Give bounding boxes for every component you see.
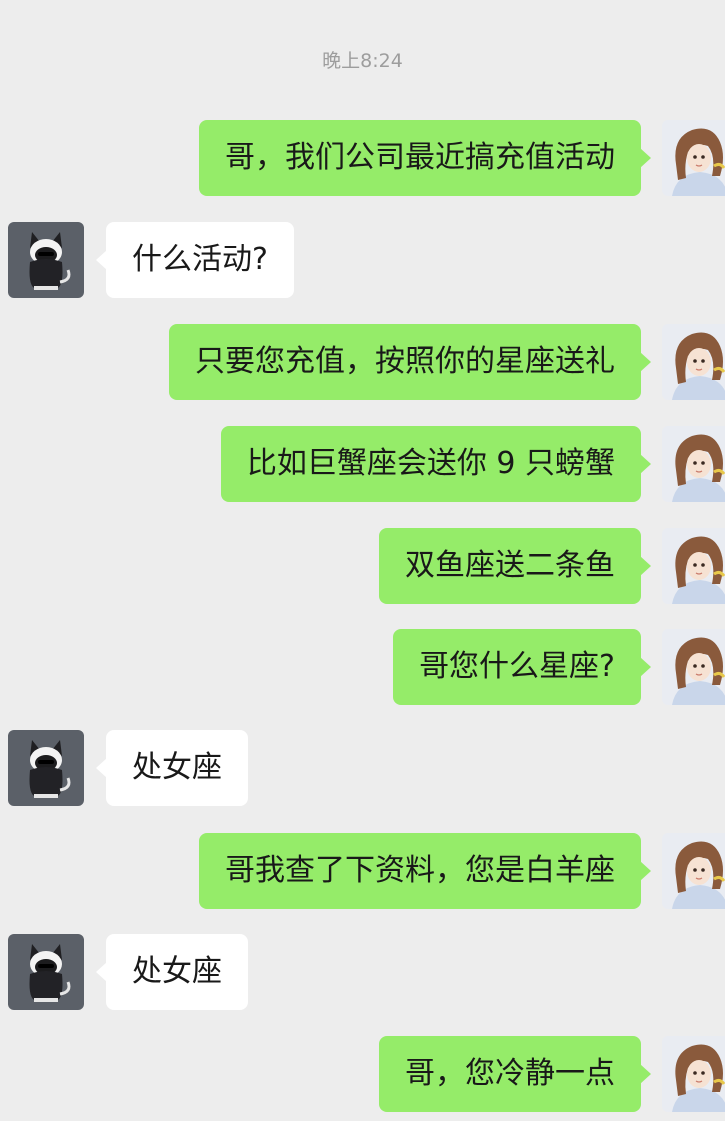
my-avatar[interactable]	[662, 629, 725, 705]
my-avatar[interactable]	[662, 1036, 725, 1112]
outgoing-message: 哥，您冷静一点	[0, 1034, 725, 1114]
message-bubble[interactable]: 哥我查了下资料，您是白羊座	[199, 833, 651, 909]
message-bubble[interactable]: 只要您充值，按照你的星座送礼	[169, 324, 651, 400]
message-bubble[interactable]: 哥，您冷静一点	[379, 1036, 651, 1112]
my-avatar[interactable]	[662, 324, 725, 400]
incoming-message: 处女座	[0, 728, 725, 808]
outgoing-message: 哥我查了下资料，您是白羊座	[0, 831, 725, 911]
incoming-message: 什么活动?	[0, 220, 725, 300]
my-avatar[interactable]	[662, 528, 725, 604]
outgoing-message: 哥，我们公司最近搞充值活动	[0, 118, 725, 198]
message-bubble[interactable]: 哥，我们公司最近搞充值活动	[199, 120, 651, 196]
my-avatar[interactable]	[662, 120, 725, 196]
contact-avatar[interactable]	[8, 730, 84, 806]
outgoing-message: 比如巨蟹座会送你 9 只螃蟹	[0, 424, 725, 504]
incoming-message: 处女座	[0, 932, 725, 1012]
outgoing-message: 只要您充值，按照你的星座送礼	[0, 322, 725, 402]
message-bubble[interactable]: 什么活动?	[96, 222, 294, 298]
message-bubble[interactable]: 比如巨蟹座会送你 9 只螃蟹	[220, 426, 652, 502]
contact-avatar[interactable]	[8, 934, 84, 1010]
outgoing-message: 哥您什么星座?	[0, 627, 725, 707]
my-avatar[interactable]	[662, 426, 725, 502]
message-bubble[interactable]: 双鱼座送二条鱼	[379, 528, 651, 604]
timestamp: 晚上8:24	[322, 50, 403, 72]
outgoing-message: 双鱼座送二条鱼	[0, 526, 725, 606]
message-bubble[interactable]: 处女座	[96, 934, 248, 1010]
message-bubble[interactable]: 哥您什么星座?	[393, 629, 651, 705]
contact-avatar[interactable]	[8, 222, 84, 298]
my-avatar[interactable]	[662, 833, 725, 909]
message-bubble[interactable]: 处女座	[96, 730, 248, 806]
